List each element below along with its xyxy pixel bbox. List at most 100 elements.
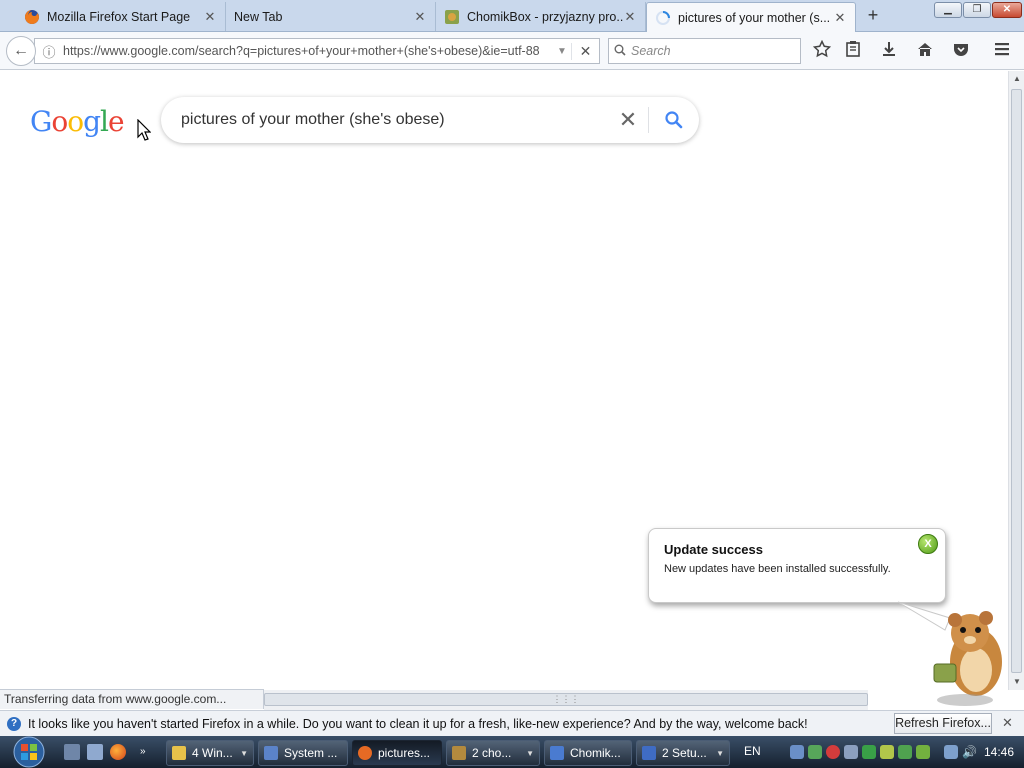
chevron-down-icon: ▼ [240,748,248,758]
url-text[interactable]: https://www.google.com/search?q=pictures… [63,44,553,58]
clock[interactable]: 14:46 [984,745,1014,759]
chomikbox-icon [445,9,459,24]
home-icon[interactable] [914,40,936,62]
volume-icon[interactable]: 🔊 [962,745,977,759]
tray-app-icon[interactable] [898,745,912,759]
language-indicator[interactable]: EN [744,744,761,758]
taskbar-button-chomikbox-group[interactable]: 2 cho... ▼ [446,740,540,766]
chomikbox-icon [452,746,466,760]
clear-search-icon[interactable]: ✕ [608,107,648,133]
google-logo-letter: o [67,105,84,138]
vertical-scrollbar[interactable]: ▲ ▼ [1008,71,1024,690]
taskbar-button-label: 2 Setu... [662,746,707,760]
close-icon[interactable]: ✕ [1002,715,1013,731]
notification-close-button[interactable]: X [918,534,938,554]
tab-title: Mozilla Firefox Start Page [47,9,191,24]
scrollbar-thumb[interactable]: ⋮⋮⋮ [264,693,868,706]
taskbar-button-system[interactable]: System ... [258,740,348,766]
search-query-input[interactable]: pictures of your mother (she's obese) [161,111,608,129]
tab-title: ChomikBox - przyjazny pro... [467,9,623,24]
tray-network-icon[interactable] [862,745,876,759]
google-logo-letter: G [30,105,52,138]
close-tab-icon[interactable]: ✕ [623,9,637,25]
close-window-button[interactable]: ✕ [992,2,1022,18]
switch-windows-icon[interactable] [87,744,103,760]
notification-bar-message: It looks like you haven't started Firefo… [28,716,808,731]
taskbar-button-windows[interactable]: 4 Win... ▼ [166,740,254,766]
tab-strip: Mozilla Firefox Start Page ✕ New Tab ✕ C… [0,0,1024,32]
taskbar-button-setup[interactable]: 2 Setu... ▼ [636,740,730,766]
taskbar-button-label: pictures... [378,746,431,760]
scroll-up-icon[interactable]: ▲ [1009,71,1024,87]
close-tab-icon[interactable]: ✕ [413,9,427,25]
windows-start-icon[interactable] [8,736,50,768]
update-notification: Update success New updates have been ins… [648,528,946,603]
pocket-icon[interactable] [950,40,972,62]
refresh-firefox-button[interactable]: Refresh Firefox... [894,713,992,734]
back-button[interactable]: ← [6,36,36,66]
setup-icon [642,746,656,760]
chevron-down-icon: ▼ [716,748,724,758]
loading-spinner-icon [656,10,670,25]
reading-list-icon[interactable] [842,40,864,62]
notification-message: New updates have been installed successf… [664,563,891,575]
search-icon [609,44,631,59]
close-tab-icon[interactable]: ✕ [833,10,847,26]
stop-icon[interactable]: ✕ [571,42,599,60]
search-placeholder: Search [631,44,671,58]
url-bar[interactable]: ⓘ https://www.google.com/search?q=pictur… [34,38,600,64]
taskbar-button-label: System ... [284,746,338,760]
network-icon[interactable] [944,745,958,759]
folder-icon [172,746,186,760]
search-bar[interactable]: Search [608,38,801,64]
tab-new-tab[interactable]: New Tab ✕ [226,2,436,31]
google-logo[interactable]: Google [30,105,125,138]
tray-app-icon[interactable] [880,745,894,759]
question-icon: ? [7,716,21,731]
taskbar-button-label: Chomik... [570,746,621,760]
bookmark-star-icon[interactable] [811,39,833,62]
tray-app-icon[interactable] [916,745,930,759]
maximize-button[interactable]: ❐ [963,2,991,18]
navigation-toolbar: ⓘ https://www.google.com/search?q=pictur… [0,32,1024,70]
taskbar-button-chomik[interactable]: Chomik... [544,740,632,766]
google-logo-letter: g [83,105,101,138]
tray-blocked-icon[interactable] [826,745,840,759]
status-bar: Transferring data from www.google.com... [0,689,264,709]
google-search-box[interactable]: pictures of your mother (she's obese) ✕ [161,97,699,143]
tab-google-search[interactable]: pictures of your mother (s... ✕ [646,2,856,32]
search-submit-button[interactable] [649,110,699,130]
google-logo-letter: l [100,105,109,138]
chevron-down-icon[interactable]: ▼ [553,46,571,57]
scroll-down-icon[interactable]: ▼ [1009,674,1024,690]
info-icon[interactable]: ⓘ [35,42,63,61]
show-desktop-icon[interactable] [64,744,80,760]
close-tab-icon[interactable]: ✕ [203,9,217,25]
taskbar-button-firefox[interactable]: pictures... [352,740,442,766]
tray-app-icon[interactable] [808,745,822,759]
hamster-mascot-icon [897,601,1002,706]
menu-icon[interactable] [991,40,1013,62]
new-tab-button[interactable]: + [862,5,884,27]
monitor-icon [550,746,564,760]
taskbar-button-label: 4 Win... [192,746,233,760]
firefox-notification-bar: ? It looks like you haven't started Fire… [0,710,1024,736]
tab-chomikbox[interactable]: ChomikBox - przyjazny pro... ✕ [436,2,646,31]
scrollbar-thumb[interactable] [1011,89,1022,673]
minimize-button[interactable]: ▁ [934,2,962,18]
download-icon[interactable] [878,40,900,62]
chevron-down-icon: ▼ [526,748,534,758]
tray-app-icon[interactable] [790,745,804,759]
tab-title: New Tab [234,9,283,24]
firefox-quicklaunch-icon[interactable] [110,744,126,760]
search-icon [665,111,683,129]
tab-firefox-start-page[interactable]: Mozilla Firefox Start Page ✕ [16,2,226,31]
arrow-left-icon: ← [13,42,29,59]
horizontal-scrollbar[interactable]: ⋮⋮⋮ [264,690,868,710]
mouse-cursor-icon [137,119,151,141]
firefox-icon [358,746,372,760]
tray-app-icon[interactable] [844,745,858,759]
system-icon [264,746,278,760]
notification-title: Update success [664,542,763,557]
chevron-right-icon[interactable]: » [140,746,152,762]
